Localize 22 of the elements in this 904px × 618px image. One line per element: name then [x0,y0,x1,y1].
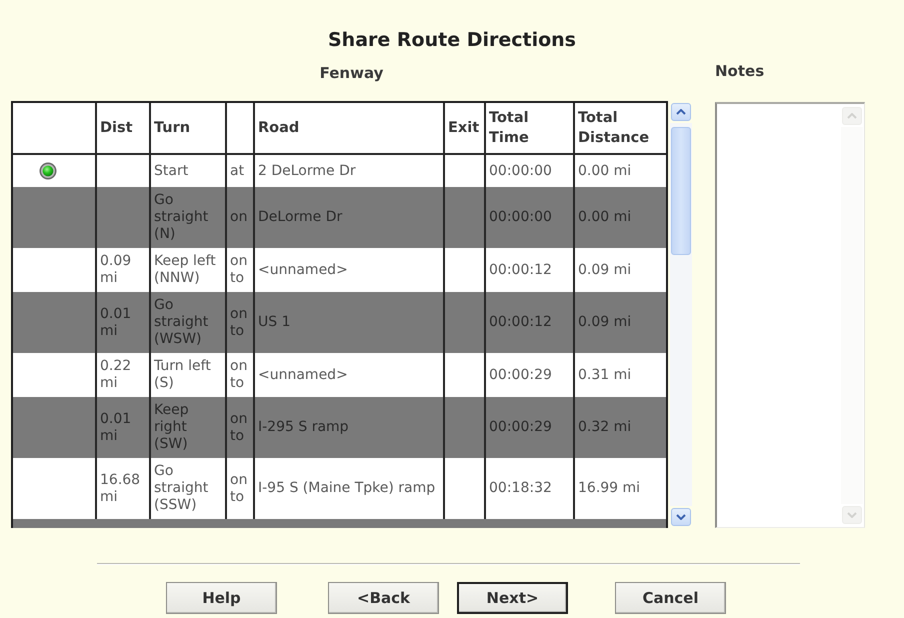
dialog-button[interactable]: <Back [328,582,439,614]
chevron-up-icon [676,109,686,115]
circle-marker-icon [39,162,57,180]
table-cell: Go straight (SSW) [150,458,226,519]
table-cell: 16.99 mi [574,458,666,519]
table-cell: on to [226,458,254,519]
notes-field[interactable] [715,102,865,528]
scroll-down-button[interactable] [671,508,691,526]
scroll-up-button[interactable] [671,103,691,121]
chevron-down-icon [847,512,857,518]
dialog-button[interactable]: Help [166,582,277,614]
table-cell: 16.68 mi [96,458,150,519]
chevron-down-icon [676,514,686,520]
notes-label: Notes [715,61,764,81]
scroll-thumb[interactable] [671,127,691,255]
table-cell: 00:18:32 [485,458,574,519]
chevron-up-icon [847,113,857,119]
dialog-button[interactable]: Cancel [615,582,726,614]
dialog-title: Share Route Directions [328,28,576,52]
route-name: Fenway [320,63,384,83]
table-cell: I-95 S (Maine Tpke) ramp [254,458,444,519]
dialog-button[interactable]: Next> [457,582,568,614]
